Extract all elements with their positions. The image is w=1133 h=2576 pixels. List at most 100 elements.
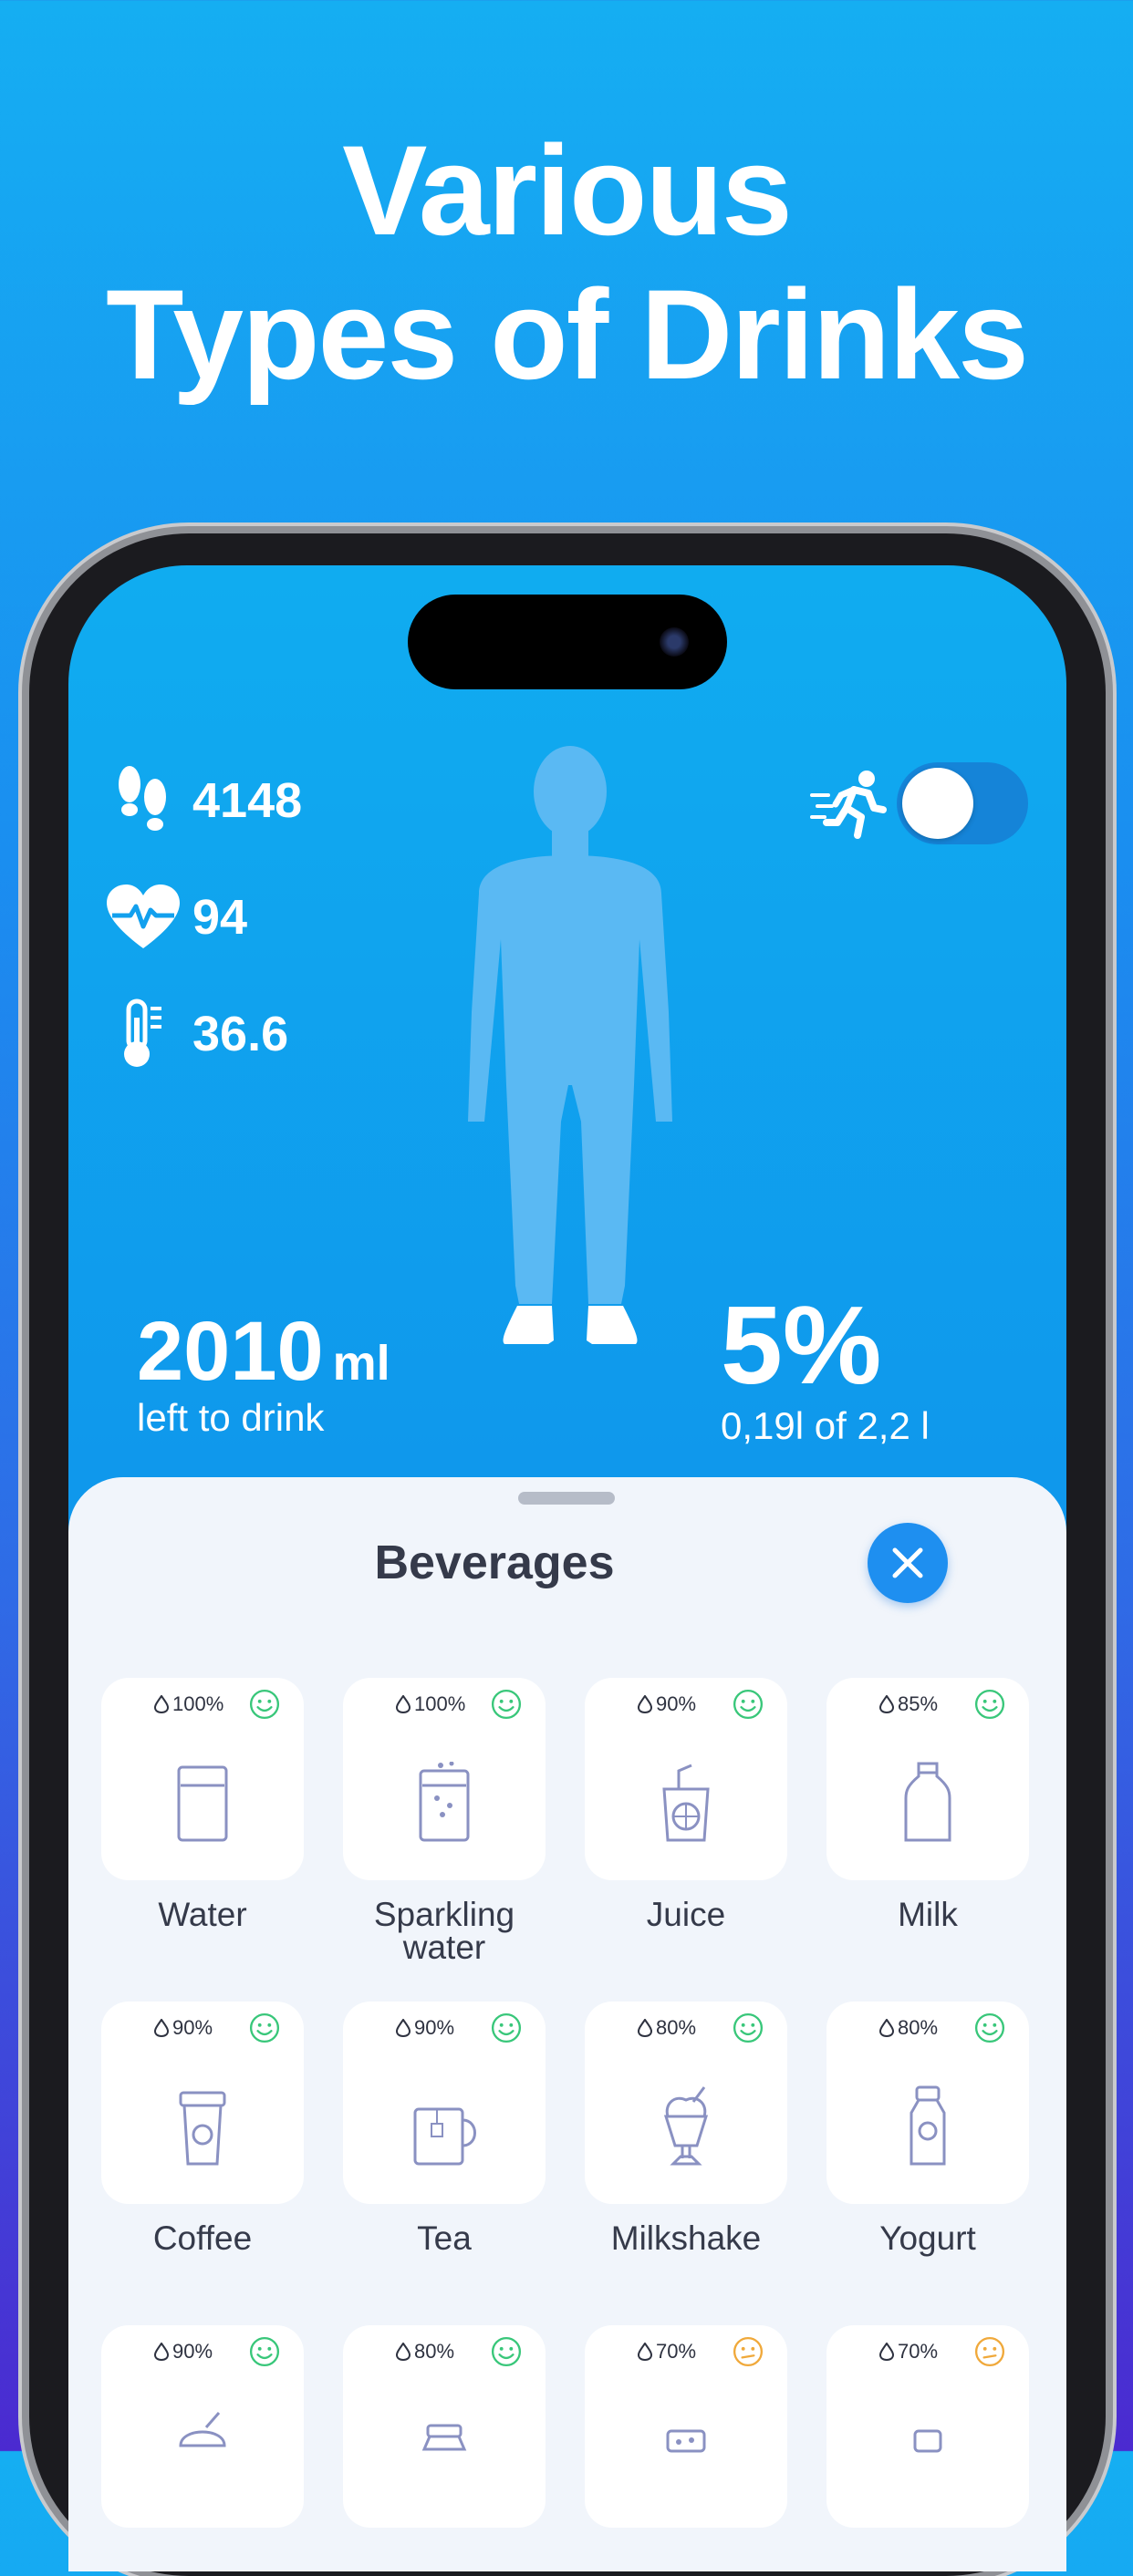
beverage-item[interactable]: 80% Milkshake	[585, 2002, 787, 2255]
dynamic-island	[408, 595, 727, 689]
beverage-card[interactable]: 100%	[343, 1678, 546, 1880]
heart-pulse-icon	[107, 881, 180, 954]
smiley-icon	[491, 2012, 522, 2048]
steps-value: 4148	[192, 773, 303, 828]
activity-toggle[interactable]	[897, 762, 1028, 844]
hydration-percent: 90%	[154, 2016, 213, 2040]
hydration-percent: 70%	[638, 2340, 696, 2364]
beverage-item[interactable]: 100% Water	[101, 1678, 304, 1931]
beverage-icon	[826, 2409, 1029, 2491]
drop-icon	[879, 2019, 894, 2037]
hydration-percent-value: 70%	[898, 2340, 939, 2363]
progress-summary: 5% 0,19l of 2,2 l	[721, 1286, 930, 1448]
remaining-unit: ml	[332, 1336, 390, 1391]
hydration-percent-value: 80%	[898, 2016, 939, 2039]
thermometer-icon	[107, 998, 180, 1071]
hydration-percent: 80%	[638, 2016, 696, 2040]
volume-up-button	[20, 1090, 29, 1245]
smiley-icon	[491, 1689, 522, 1724]
beverage-card[interactable]: 80%	[343, 2325, 546, 2528]
hydration-percent: 70%	[879, 2340, 938, 2364]
beverage-item[interactable]: 80% Yogurt	[826, 2002, 1029, 2255]
smiley-icon	[974, 2012, 1005, 2048]
beverage-name: Juice	[646, 1896, 726, 1933]
beverage-card[interactable]: 100%	[101, 1678, 304, 1880]
footprints-icon	[107, 764, 180, 837]
hydration-percent: 80%	[396, 2340, 454, 2364]
smiley-icon	[974, 1689, 1005, 1724]
beverage-card[interactable]: 90%	[585, 1678, 787, 1880]
close-icon	[892, 1547, 923, 1578]
beverage-card[interactable]: 80%	[826, 2002, 1029, 2204]
beverage-icon	[101, 2409, 304, 2491]
sheet-handle[interactable]	[518, 1492, 615, 1505]
heart-rate-value: 94	[192, 890, 248, 945]
body-silhouette	[468, 746, 672, 1344]
hydration-percent-value: 90%	[656, 1692, 697, 1715]
smiley-icon	[249, 2336, 280, 2372]
beverage-card[interactable]: 90%	[101, 2002, 304, 2204]
hydration-percent: 85%	[879, 1692, 938, 1716]
progress-percent: 5%	[721, 1283, 882, 1407]
beverage-name: Sparkling water	[373, 1896, 515, 1966]
beverage-item[interactable]: 85% Milk	[826, 1678, 1029, 1931]
drop-icon	[396, 2019, 411, 2037]
camera-icon	[660, 627, 689, 657]
hydration-percent: 80%	[879, 2016, 938, 2040]
steps-stat: 4148	[107, 764, 302, 837]
progress-detail: 0,19l of 2,2 l	[721, 1404, 930, 1447]
beverage-item[interactable]: 70%	[585, 2325, 787, 2546]
hydration-percent-value: 100%	[414, 1692, 466, 1715]
headline-line-1: Various	[342, 119, 793, 262]
beverage-icon	[585, 2085, 787, 2167]
drop-icon	[638, 1695, 652, 1713]
beverage-item[interactable]: 80%	[343, 2325, 546, 2546]
sheet-title: Beverages	[374, 1536, 615, 1589]
beverage-card[interactable]: 90%	[343, 2002, 546, 2204]
beverage-item[interactable]: 90% Coffee	[101, 2002, 304, 2255]
hydration-percent: 90%	[638, 1692, 696, 1716]
beverage-name: Water	[158, 1896, 247, 1933]
volume-down-button	[20, 1290, 29, 1445]
beverage-item[interactable]: 70%	[826, 2325, 1029, 2546]
beverage-icon	[101, 2085, 304, 2167]
temperature-stat: 36.6	[107, 998, 288, 1071]
drop-icon	[396, 2343, 411, 2361]
drop-icon	[879, 1695, 894, 1713]
hydration-percent-value: 90%	[414, 2016, 455, 2039]
beverage-name: Tea	[417, 2219, 472, 2257]
beverage-card[interactable]: 70%	[585, 2325, 787, 2528]
remaining-amount: 2010 ml left to drink	[137, 1304, 390, 1440]
hydration-percent-value: 90%	[172, 2340, 213, 2363]
mute-switch	[20, 939, 29, 1012]
remaining-label: left to drink	[137, 1396, 325, 1439]
beverage-item[interactable]: 90% Tea	[343, 2002, 546, 2255]
temperature-value: 36.6	[192, 1007, 289, 1061]
beverage-card[interactable]: 85%	[826, 1678, 1029, 1880]
beverage-item[interactable]: 90% Juice	[585, 1678, 787, 1931]
drop-icon	[154, 2019, 169, 2037]
beverage-card[interactable]: 90%	[101, 2325, 304, 2528]
beverage-icon	[343, 1762, 546, 1844]
smiley-icon	[733, 1689, 764, 1724]
beverage-item[interactable]: 90%	[101, 2325, 304, 2546]
hydration-percent-value: 80%	[656, 2016, 697, 2039]
drop-icon	[638, 2343, 652, 2361]
beverage-name: Milkshake	[610, 2219, 762, 2257]
beverage-name: Yogurt	[879, 2219, 976, 2257]
close-button[interactable]	[868, 1523, 948, 1603]
hydration-percent: 90%	[154, 2340, 213, 2364]
beverage-item[interactable]: 100% Sparkling water	[343, 1678, 546, 1964]
neutral-face-icon	[733, 2336, 764, 2372]
beverage-card[interactable]: 80%	[585, 2002, 787, 2204]
beverage-icon	[343, 2085, 546, 2167]
neutral-face-icon	[974, 2336, 1005, 2372]
beverage-icon	[826, 1762, 1029, 1844]
beverage-icon	[101, 1762, 304, 1844]
beverage-name: Coffee	[152, 2219, 253, 2257]
beverage-card[interactable]: 70%	[826, 2325, 1029, 2528]
drop-icon	[154, 1695, 169, 1713]
toggle-knob[interactable]	[902, 768, 973, 839]
beverage-name: Milk	[898, 1896, 958, 1933]
beverage-icon	[585, 2409, 787, 2491]
